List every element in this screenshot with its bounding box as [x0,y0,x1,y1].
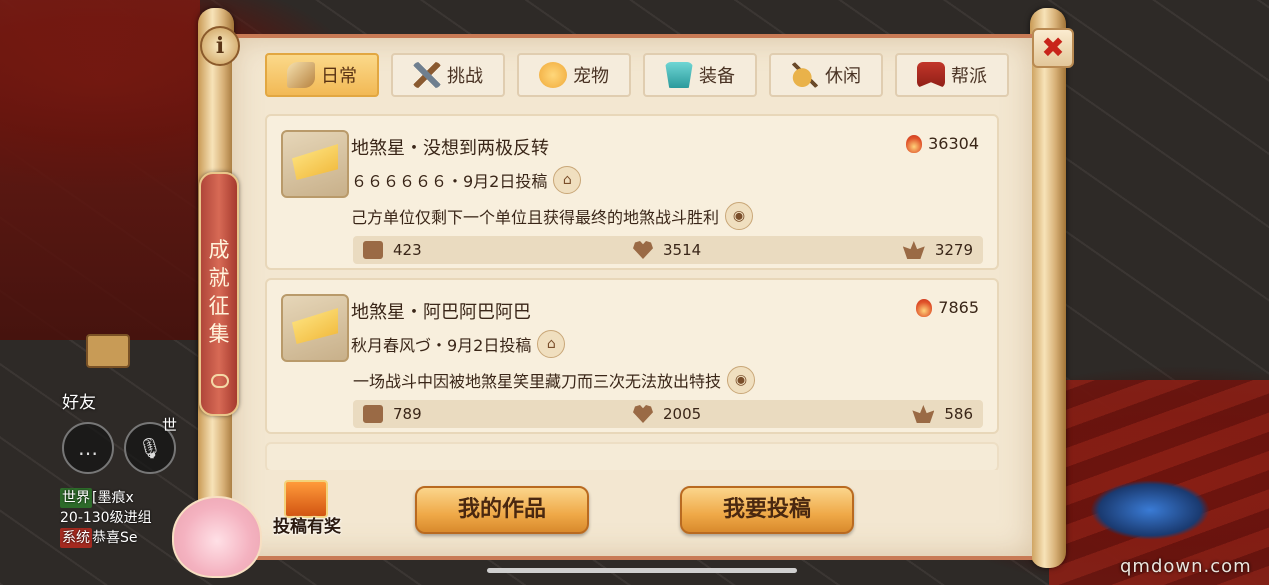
entry-title: 地煞星・阿巴阿巴阿巴 [351,302,531,323]
chat-tag: 系统 [60,528,92,548]
close-button[interactable]: ✖ [1032,28,1074,68]
entry-heat: 36304 [906,134,979,153]
flower-count: 3279 [934,241,973,259]
tab-pet[interactable]: 宠物 [517,53,631,97]
cloud-ornament-icon [211,374,229,388]
tab-label: 日常 [321,66,357,87]
tab-label: 宠物 [573,66,609,87]
description-text: 己方单位仅剩下一个单位且获得最终的地煞战斗胜利 [351,208,720,227]
share-icon [363,405,383,423]
chat-text: 20-130级进组 [60,510,152,526]
scroll-rod-right [1030,8,1066,568]
heart-icon [633,241,653,259]
share-icon [363,241,383,259]
home-indicator[interactable] [487,568,797,573]
watermark: qmdown.com [1120,556,1252,577]
flower-count: 586 [944,405,973,423]
heat-value: 7865 [938,298,979,317]
my-works-button[interactable]: 我的作品 [415,486,589,534]
heart-icon [633,405,653,423]
background-portal-glow [1090,480,1210,540]
category-tabs: 日常 挑战 宠物 装备 休闲 帮派 [265,53,1009,97]
entry-author-line: ６６６６６６・9月2日投稿 ⌂ [351,166,582,194]
share-button[interactable]: 423 [363,241,422,259]
entry-stats-bar: 789 2005 586 [353,400,983,428]
tab-challenge[interactable]: 挑战 [391,53,505,97]
entry-card[interactable]: 地煞星・没想到两极反转 36304 ６６６６６６・9月2日投稿 ⌂ 己方单位仅剩下… [265,114,999,270]
entry-author-line: 秋月春风づ・9月2日投稿 ⌂ [351,330,566,358]
info-button[interactable]: i [200,26,240,66]
lotus-icon [902,241,925,259]
reward-label: 投稿有奖 [273,517,341,537]
submit-entry-button[interactable]: 我要投稿 [680,486,854,534]
background-carpet-left [0,0,200,340]
tab-daily[interactable]: 日常 [265,53,379,97]
cheese-icon [292,308,338,344]
author-text: ６６６６６６・9月2日投稿 [351,172,548,191]
chat-bubble-icon[interactable]: … [62,422,114,474]
armor-icon [665,62,693,88]
like-count: 2005 [663,405,702,423]
entry-description: 一场战斗中因被地煞星笑里藏刀而三次无法放出特技 ◉ [353,366,756,394]
side-tab-label: 成就征集 [208,238,230,346]
chat-text: 恭喜Se [92,530,138,546]
entry-description: 己方单位仅剩下一个单位且获得最终的地煞战斗胜利 ◉ [351,202,754,230]
like-button[interactable]: 3514 [633,241,701,259]
tab-label: 挑战 [447,66,483,87]
entry-card-partial[interactable] [265,442,999,470]
horn-icon [287,62,315,88]
flame-icon [906,134,923,153]
tab-equipment[interactable]: 装备 [643,53,757,97]
home-icon[interactable]: ⌂ [553,166,582,194]
tab-label: 帮派 [951,66,987,87]
entry-card[interactable]: 地煞星・阿巴阿巴阿巴 7865 秋月春风づ・9月2日投稿 ⌂ 一场战斗中因被地煞星… [265,278,999,434]
pet-face-icon [539,62,567,88]
mail-icon[interactable] [86,334,130,368]
share-count: 789 [393,405,422,423]
entry-list[interactable]: 地煞星・没想到两极反转 36304 ６６６６６６・9月2日投稿 ⌂ 己方单位仅剩下… [265,114,1001,470]
flower-button[interactable]: 586 [912,405,973,423]
entry-title: 地煞星・没想到两极反转 [351,138,549,159]
side-tab-achievement-collection[interactable]: 成就征集 [199,172,239,416]
close-icon: ✖ [1041,31,1065,64]
submission-reward[interactable]: 投稿有奖 [262,478,352,537]
chat-tag: 世界 [60,488,92,508]
flame-icon [916,298,933,317]
home-icon[interactable]: ⌂ [537,330,566,358]
entry-heat: 7865 [916,298,979,317]
banner-icon [917,62,945,88]
like-button[interactable]: 2005 [633,405,701,423]
cheese-icon [292,144,338,180]
like-count: 3514 [663,241,702,259]
chat-text: [墨痕x [92,490,134,506]
author-text: 秋月春风づ・9月2日投稿 [351,336,532,355]
tab-label: 装备 [699,66,735,87]
flower-button[interactable]: 3279 [902,241,973,259]
friends-button[interactable]: 好友 [62,388,96,413]
description-text: 一场战斗中因被地煞星笑里藏刀而三次无法放出特技 [353,372,722,391]
eye-icon[interactable]: ◉ [725,202,754,230]
tab-guild[interactable]: 帮派 [895,53,1009,97]
entry-thumbnail [281,130,349,198]
voice-channel-label: 世 [162,416,178,434]
lotus-icon [912,405,935,423]
eye-icon[interactable]: ◉ [727,366,756,394]
heat-value: 36304 [928,134,979,153]
mascot-cow-avatar[interactable] [172,496,262,578]
crossed-swords-icon [413,62,441,88]
share-count: 423 [393,241,422,259]
share-button[interactable]: 789 [363,405,422,423]
entry-stats-bar: 423 3514 3279 [353,236,983,264]
tab-label: 休闲 [825,66,861,87]
lute-icon [791,62,819,88]
tab-leisure[interactable]: 休闲 [769,53,883,97]
entry-thumbnail [281,294,349,362]
